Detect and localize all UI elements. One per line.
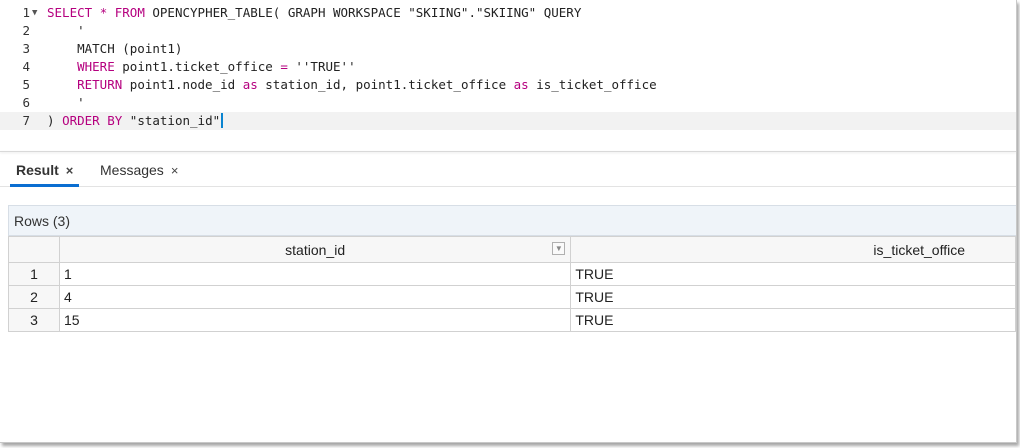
tab-messages[interactable]: Messages × xyxy=(100,155,178,186)
table-row[interactable]: 2 4 TRUE xyxy=(8,285,1016,309)
column-header-station-id[interactable]: station_id ▼ xyxy=(58,236,572,263)
table-header-row: station_id ▼ is_ticket_office xyxy=(8,236,1016,263)
cell-is-ticket-office[interactable]: TRUE xyxy=(570,285,1016,309)
code-text: MATCH (point1) xyxy=(47,41,183,56)
column-header-is-ticket-office[interactable]: is_ticket_office xyxy=(570,236,1016,263)
result-tabs: Result × Messages × xyxy=(0,155,1016,187)
cell-station-id[interactable]: 1 xyxy=(58,262,572,286)
code-text: ' xyxy=(47,23,85,38)
line-number: 5 xyxy=(22,77,30,92)
column-header-label: is_ticket_office xyxy=(873,241,965,258)
sql-console-window: 1 ▼ SELECT * FROM OPENCYPHER_TABLE( GRAPH … xyxy=(0,0,1017,443)
tab-active-indicator xyxy=(10,184,80,187)
fold-arrow-icon[interactable]: ▼ xyxy=(32,4,37,22)
tab-result-label: Result xyxy=(16,162,59,178)
code-line[interactable]: 1 ▼ SELECT * FROM OPENCYPHER_TABLE( GRAPH … xyxy=(0,4,1016,22)
rows-count: Rows (3) xyxy=(8,205,1016,236)
code-line[interactable]: 2 ' xyxy=(0,22,1016,40)
sql-editor[interactable]: 1 ▼ SELECT * FROM OPENCYPHER_TABLE( GRAPH … xyxy=(0,0,1016,152)
code-line[interactable]: 5 RETURN point1.node_id as station_id, p… xyxy=(0,76,1016,94)
code-text: WHERE point1.ticket_office = ''TRUE'' xyxy=(77,59,356,74)
row-index: 1 xyxy=(8,262,60,286)
text-cursor xyxy=(221,113,224,128)
table-row[interactable]: 3 15 TRUE xyxy=(8,308,1016,332)
row-index-header xyxy=(8,236,60,263)
editor-divider[interactable] xyxy=(0,151,1016,152)
tab-messages-close-icon[interactable]: × xyxy=(171,163,179,178)
line-number: 2 xyxy=(22,23,30,38)
code-text: RETURN point1.node_id as station_id, poi… xyxy=(77,77,657,92)
line-number: 4 xyxy=(22,59,30,74)
code-line[interactable]: 6 ' xyxy=(0,94,1016,112)
code-line[interactable]: 3 MATCH (point1) xyxy=(0,40,1016,58)
cell-station-id[interactable]: 15 xyxy=(58,308,572,332)
tab-result-close-icon[interactable]: × xyxy=(66,163,74,178)
row-index: 2 xyxy=(8,285,60,309)
cell-station-id[interactable]: 4 xyxy=(58,285,572,309)
result-table: station_id ▼ is_ticket_office 1 1 TRUE 2… xyxy=(8,236,1016,332)
line-number: 7 xyxy=(22,113,30,128)
code-text: SELECT * FROM OPENCYPHER_TABLE( GRAPH WO… xyxy=(47,5,582,20)
tab-result[interactable]: Result × xyxy=(10,155,80,187)
result-panel: Rows (3) station_id ▼ is_ticket_office 1… xyxy=(8,205,1016,332)
line-number: 6 xyxy=(22,95,30,110)
line-number: 1 xyxy=(22,5,30,20)
code-line[interactable]: 4 WHERE point1.ticket_office = ''TRUE'' xyxy=(0,58,1016,76)
line-number: 3 xyxy=(22,41,30,56)
code-line[interactable]: 7 ) ORDER BY "station_id" xyxy=(0,112,1016,130)
code-text: ) ORDER BY "station_id" xyxy=(47,112,224,130)
tab-messages-label: Messages xyxy=(100,162,164,178)
code-text: ' xyxy=(47,95,85,110)
cell-is-ticket-office[interactable]: TRUE xyxy=(570,262,1016,286)
cell-is-ticket-office[interactable]: TRUE xyxy=(570,308,1016,332)
filter-icon[interactable]: ▼ xyxy=(552,242,566,255)
row-index: 3 xyxy=(8,308,60,332)
table-row[interactable]: 1 1 TRUE xyxy=(8,262,1016,286)
column-header-label: station_id xyxy=(285,241,346,258)
